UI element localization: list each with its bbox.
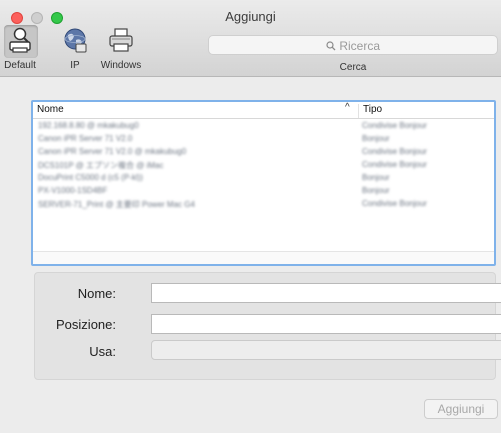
printer-name: PX-V1000-1SD4BF	[38, 186, 108, 195]
location-label: Posizione:	[56, 317, 116, 332]
printer-name: 192.168.8.80 @ mkakubug0	[38, 121, 139, 130]
list-item[interactable]: Canon iPR Server 71 V2.0 @ mkakubug0 Con…	[33, 146, 494, 159]
location-field[interactable]	[151, 314, 501, 334]
use-select[interactable]: ⌃⌄	[151, 340, 501, 360]
list-item[interactable]: 192.168.8.80 @ mkakubug0 Condivise Bonjo…	[33, 120, 494, 133]
toolbar-windows-button[interactable]: Windows	[93, 26, 149, 71]
sort-indicator-icon: ^	[345, 102, 350, 113]
printer-type: Condivise Bonjour	[362, 199, 427, 208]
window-title: Aggiungi	[225, 9, 276, 24]
printer-type: Condivise Bonjour	[362, 160, 427, 169]
toolbar-default-button[interactable]: Default	[0, 25, 40, 71]
printer-name: DocuPrint C5000 d (c5 (P-kl))	[38, 173, 143, 182]
toolbar-windows-label: Windows	[100, 60, 142, 71]
list-item[interactable]: DCS101P @ エプソン複合 @ iMac Condivise Bonjou…	[33, 159, 494, 172]
search-icon	[326, 41, 336, 51]
toolbar-default-label: Default	[4, 60, 36, 71]
list-item[interactable]: DocuPrint C5000 d (c5 (P-kl)) Bonjour	[33, 172, 494, 185]
list-header: Nome ^ Tipo	[33, 102, 494, 119]
titlebar: Aggiungi Default IP Windows Ricerca Cerc…	[0, 0, 501, 77]
printer-name: SERVER-71_Print @ 主要印 Power Mac G4	[38, 200, 195, 209]
name-label: Nome:	[77, 286, 116, 301]
printer-name: Canon iPR Server 71 V2.0 @ mkakubug0	[38, 147, 187, 156]
printer-type: Bonjour	[362, 173, 390, 182]
list-item[interactable]: SERVER-71_Print @ 主要印 Power Mac G4 Condi…	[33, 198, 494, 211]
search-field[interactable]: Ricerca	[208, 35, 498, 55]
add-button[interactable]: Aggiungi	[424, 399, 498, 419]
printer-type: Bonjour	[362, 134, 390, 143]
column-header-name[interactable]: Nome	[37, 104, 64, 115]
printer-name: DCS101P @ エプソン複合 @ iMac	[38, 161, 164, 170]
toolbar-ip-label: IP	[70, 60, 80, 71]
printer-type: Condivise Bonjour	[362, 121, 427, 130]
globe-icon	[64, 28, 87, 53]
search-caption: Cerca	[339, 62, 367, 73]
name-field[interactable]	[151, 283, 501, 303]
toolbar-ip-button[interactable]: IP	[60, 26, 90, 71]
search-placeholder: Ricerca	[339, 39, 381, 53]
printer-icon	[109, 28, 133, 52]
add-printer-window: Aggiungi Default IP Windows Ricerca Cerc…	[0, 0, 501, 433]
default-printer-icon	[9, 27, 31, 53]
printer-name: Canon iPR Server 71 V2.0	[38, 134, 133, 143]
use-label: Usa:	[89, 344, 116, 359]
list-item[interactable]: Canon iPR Server 71 V2.0 Bonjour	[33, 133, 494, 146]
printer-list[interactable]: Nome ^ Tipo 192.168.8.80 @ mkakubug0 Con…	[31, 100, 496, 266]
printer-details-panel: Nome: Posizione: Usa: ⌃⌄	[34, 272, 501, 380]
printer-type: Condivise Bonjour	[362, 147, 427, 156]
printer-type: Bonjour	[362, 186, 390, 195]
list-footer	[33, 251, 494, 264]
list-item[interactable]: PX-V1000-1SD4BF Bonjour	[33, 185, 494, 198]
column-header-type[interactable]: Tipo	[358, 104, 382, 118]
